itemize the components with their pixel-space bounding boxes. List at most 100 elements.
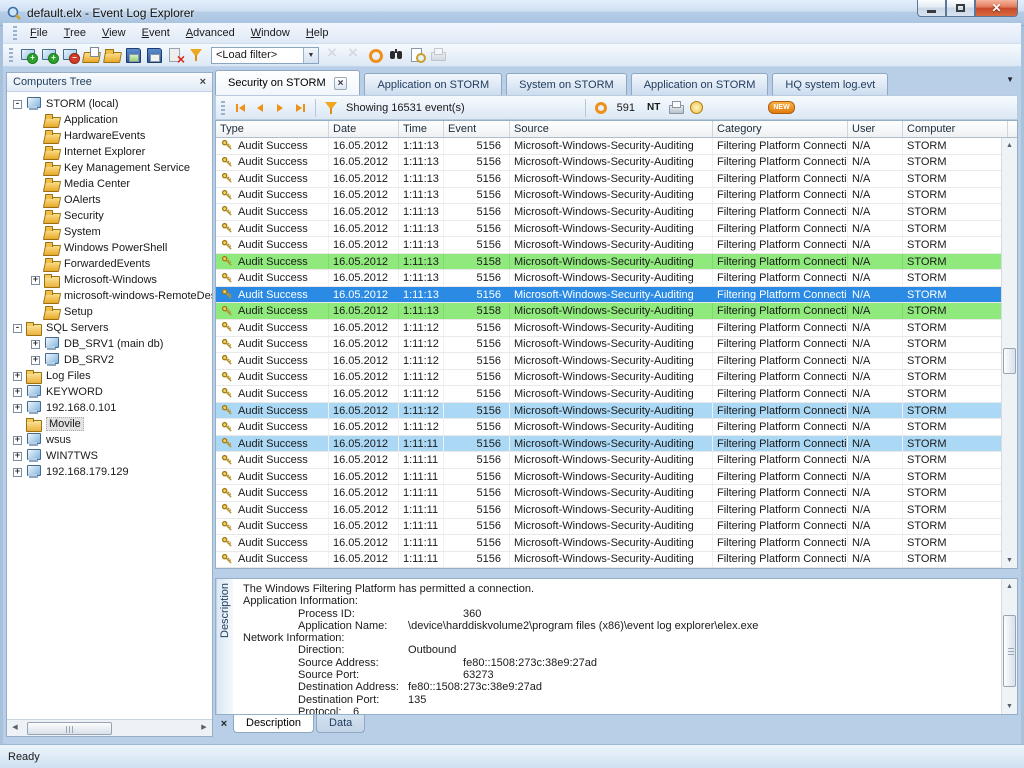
event-row[interactable]: Audit Success 16.05.2012 1:11:13 5158 Micros… xyxy=(216,253,1001,271)
event-row[interactable]: Audit Success 16.05.2012 1:11:13 5156 Micros… xyxy=(216,138,1001,155)
description-vertical-scrollbar[interactable]: ▲ ▼ xyxy=(1001,579,1017,714)
event-row[interactable]: Audit Success 16.05.2012 1:11:13 5156 Micros… xyxy=(216,204,1001,221)
event-row[interactable]: Audit Success 16.05.2012 1:11:13 5156 Micros… xyxy=(216,187,1001,205)
add-computer-icon[interactable] xyxy=(40,46,59,64)
event-row[interactable]: Audit Success 16.05.2012 1:11:11 5156 Micros… xyxy=(216,518,1001,536)
tree-item[interactable]: Internet Explorer xyxy=(7,144,212,160)
prev-event-button[interactable] xyxy=(250,99,270,116)
event-row[interactable]: Audit Success 16.05.2012 1:11:11 5156 Micros… xyxy=(216,485,1001,503)
scroll-right-icon[interactable]: ▶ xyxy=(196,720,212,736)
tree-item[interactable]: Key Management Service xyxy=(7,160,212,176)
column-header-time[interactable]: Time xyxy=(399,121,444,137)
tree-item[interactable]: - SQL Servers xyxy=(7,320,212,336)
tree-expander-icon[interactable]: + xyxy=(13,387,22,397)
tree-expander-icon[interactable]: + xyxy=(13,467,22,477)
open-log-file-icon[interactable] xyxy=(82,46,101,64)
event-row[interactable]: Audit Success 16.05.2012 1:11:11 5156 Micros… xyxy=(216,502,1001,519)
tree-item[interactable]: Setup xyxy=(7,304,212,320)
tree-expander-icon[interactable]: + xyxy=(31,339,40,349)
event-row[interactable]: Audit Success 16.05.2012 1:11:13 5156 Micros… xyxy=(216,270,1001,287)
tree-expander-icon[interactable]: - xyxy=(13,99,22,109)
column-header-user[interactable]: User xyxy=(848,121,903,137)
grid-vertical-scrollbar[interactable]: ▲ ▼ xyxy=(1001,138,1017,568)
column-header-date[interactable]: Date xyxy=(329,121,399,137)
filter-icon[interactable] xyxy=(187,46,206,64)
menu-file[interactable]: File xyxy=(22,24,56,42)
exclude-filter-disabled-icon[interactable] xyxy=(345,44,364,64)
save-workspace-icon[interactable] xyxy=(145,46,164,64)
event-row[interactable]: Audit Success 16.05.2012 1:11:12 5156 Micros… xyxy=(216,353,1001,370)
tree-horizontal-scrollbar[interactable]: ◀ ▶ xyxy=(7,719,212,736)
event-details-icon[interactable] xyxy=(408,46,427,64)
column-header-type[interactable]: Type xyxy=(216,121,329,137)
event-row[interactable]: Audit Success 16.05.2012 1:11:12 5156 Micros… xyxy=(216,386,1001,403)
tree-expander-icon[interactable]: + xyxy=(13,435,22,445)
event-row[interactable]: Audit Success 16.05.2012 1:11:13 5156 Micros… xyxy=(216,286,1001,304)
tree-item[interactable]: OAlerts xyxy=(7,192,212,208)
close-button[interactable]: ✕ xyxy=(975,0,1018,17)
tree-item[interactable]: microsoft-windows-RemoteDesktop xyxy=(7,288,212,304)
combo-dropdown-icon[interactable]: ▼ xyxy=(303,47,318,63)
tree-item[interactable]: Windows PowerShell xyxy=(7,240,212,256)
event-row[interactable]: Audit Success 16.05.2012 1:11:12 5156 Micros… xyxy=(216,402,1001,420)
tree-item[interactable]: +192.168.179.129 xyxy=(7,464,212,480)
bottom-tab-data[interactable]: Data xyxy=(316,715,366,733)
menu-window[interactable]: Window xyxy=(243,24,298,42)
remove-filter-disabled-icon[interactable] xyxy=(324,44,343,64)
event-row[interactable]: Audit Success 16.05.2012 1:11:11 5156 Micros… xyxy=(216,551,1001,568)
bottom-tab-description[interactable]: Description xyxy=(233,715,315,733)
clear-log-icon[interactable] xyxy=(166,46,185,66)
column-header-category[interactable]: Category xyxy=(713,121,848,137)
tree-item[interactable]: + Microsoft-Windows xyxy=(7,272,212,288)
event-row[interactable]: Audit Success 16.05.2012 1:11:11 5156 Micros… xyxy=(216,452,1001,469)
tree-item[interactable]: Application xyxy=(7,112,212,128)
printer-small-icon[interactable] xyxy=(667,99,686,117)
column-header-computer[interactable]: Computer xyxy=(903,121,1008,137)
tree-expander-icon[interactable]: + xyxy=(31,275,40,285)
scroll-down-icon[interactable]: ▼ xyxy=(1002,699,1017,714)
scroll-up-icon[interactable]: ▲ xyxy=(1002,138,1017,153)
tree-item[interactable]: + KEYWORD xyxy=(7,384,212,400)
tree-item[interactable]: + Log Files xyxy=(7,368,212,384)
tree-expander-icon[interactable]: + xyxy=(13,451,22,461)
tree-item[interactable]: + wsus xyxy=(7,432,212,448)
open-folder-icon[interactable] xyxy=(103,46,122,64)
event-row[interactable]: Audit Success 16.05.2012 1:11:12 5156 Micros… xyxy=(216,369,1001,387)
tree-item[interactable]: System xyxy=(7,224,212,240)
autorefresh-icon[interactable] xyxy=(594,101,608,115)
tree-item[interactable]: +192.168.0.101 xyxy=(7,400,212,416)
disconnect-computer-icon[interactable] xyxy=(61,46,80,64)
tree-expander-icon[interactable]: + xyxy=(13,371,22,381)
next-event-button[interactable] xyxy=(270,99,290,116)
tree-scrollbar-thumb[interactable] xyxy=(27,722,112,735)
event-row[interactable]: Audit Success 16.05.2012 1:11:11 5156 Micros… xyxy=(216,468,1001,486)
quick-filter-icon[interactable] xyxy=(322,99,341,117)
menu-help[interactable]: Help xyxy=(298,24,337,42)
maximize-button[interactable] xyxy=(946,0,975,17)
tree-expander-icon[interactable]: + xyxy=(13,403,22,413)
tab-list-dropdown-icon[interactable]: ▼ xyxy=(1006,75,1014,84)
tab-application-on-storm[interactable]: Application on STORM xyxy=(364,73,503,95)
refresh-icon[interactable] xyxy=(366,46,385,64)
grid-description-splitter[interactable] xyxy=(215,569,1018,578)
event-row[interactable]: Audit Success 16.05.2012 1:11:13 5158 Micros… xyxy=(216,303,1001,321)
event-row[interactable]: Audit Success 16.05.2012 1:11:11 5156 Micros… xyxy=(216,435,1001,453)
event-row[interactable]: Audit Success 16.05.2012 1:11:13 5156 Micros… xyxy=(216,154,1001,172)
find-icon[interactable] xyxy=(387,46,406,64)
load-filter-combo[interactable]: <Load filter> ▼ xyxy=(211,46,319,64)
tree-item[interactable]: Media Center xyxy=(7,176,212,192)
tab-security-on-storm[interactable]: Security on STORM × xyxy=(215,70,361,95)
save-log-icon[interactable] xyxy=(124,46,143,64)
menu-advanced[interactable]: Advanced xyxy=(178,24,243,42)
first-event-button[interactable] xyxy=(230,99,250,116)
last-event-button[interactable] xyxy=(290,99,310,116)
event-row[interactable]: Audit Success 16.05.2012 1:11:13 5156 Micros… xyxy=(216,220,1001,238)
grid-scrollbar-thumb[interactable] xyxy=(1003,348,1016,374)
tab-hq-system-log-evt[interactable]: HQ system log.evt xyxy=(772,73,889,95)
menu-view[interactable]: View xyxy=(94,24,134,42)
tree-item[interactable]: + DB_SRV2 xyxy=(7,352,212,368)
event-row[interactable]: Audit Success 16.05.2012 1:11:11 5156 Micros… xyxy=(216,535,1001,552)
event-row[interactable]: Audit Success 16.05.2012 1:11:13 5156 Micros… xyxy=(216,237,1001,254)
event-row[interactable]: Audit Success 16.05.2012 1:11:12 5156 Micros… xyxy=(216,320,1001,337)
tree-panel-close-icon[interactable]: × xyxy=(200,76,206,88)
